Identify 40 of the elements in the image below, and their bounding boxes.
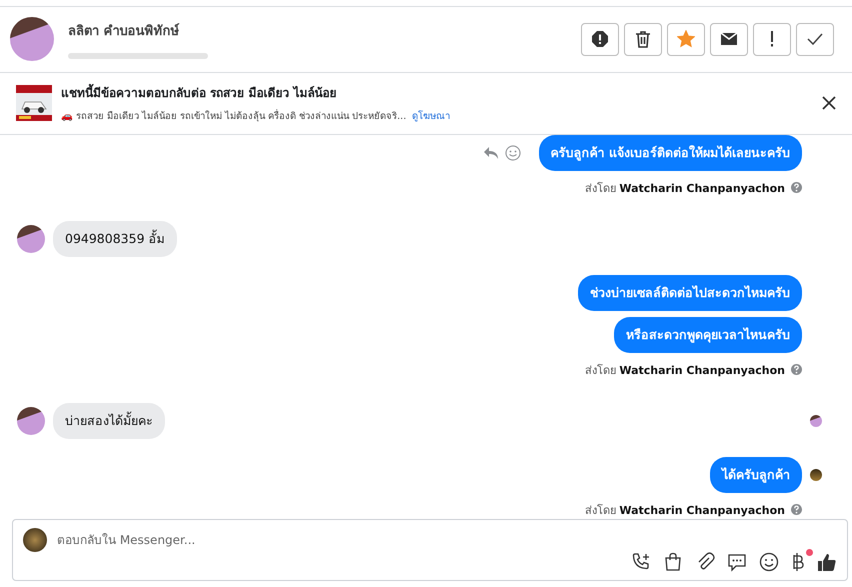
contact-avatar (17, 406, 45, 435)
sent-by-label: ส่งโดย Watcharin Chanpanyachon (584, 180, 785, 197)
message-bubble: บ่ายสองได้มั้ยคะ (53, 402, 165, 439)
delete-button[interactable] (624, 22, 662, 56)
sent-by-label: ส่งโดย Watcharin Chanpanyachon (584, 502, 785, 519)
baht-icon[interactable] (791, 552, 805, 572)
message-bubble: ได้ครับลูกค้า (710, 456, 802, 493)
view-ad-link[interactable]: ดูโฆษณา (412, 108, 450, 124)
message-bubble: ช่วงบ่ายเซลล์ติดต่อไปสะดวกไหมครับ (578, 274, 802, 311)
message-bubble: 0949808359 อั้ม (53, 220, 177, 257)
message-bubble: หรือสะดวกพูดคุยเวลาไหนครับ (614, 316, 802, 353)
phone-plus-icon[interactable] (631, 552, 651, 572)
message-bubble: ครับลูกค้า แจ้งเบอร์ติดต่อให้ผมได้เลยนะครับ (538, 134, 802, 171)
emoji-icon[interactable] (759, 552, 779, 572)
chat-bubble-icon[interactable] (727, 552, 747, 572)
contact-name[interactable]: ลลิตา คำบอนพิทักษ์ (68, 20, 208, 41)
close-icon[interactable] (822, 96, 836, 110)
page-avatar (23, 528, 47, 552)
ad-description: 🚗 รถสวย มือเดียว ไมล์น้อย รถเข้าใหม่ ไม่ต้องลุ้น ครื่องดิ ช่วงล่างแน่น ประหยัดจริ... (61, 108, 406, 124)
important-button[interactable] (753, 22, 791, 56)
envelope-icon (720, 32, 738, 46)
sent-by-label: ส่งโดย Watcharin Chanpanyachon (584, 362, 785, 379)
shopping-bag-icon[interactable] (663, 552, 683, 572)
help-icon[interactable] (791, 504, 802, 516)
mail-button[interactable] (710, 22, 748, 56)
reply-icon[interactable] (482, 146, 499, 160)
help-icon[interactable] (791, 182, 802, 194)
spam-button[interactable] (581, 22, 619, 56)
star-button[interactable] (667, 22, 705, 56)
contact-avatar (10, 17, 54, 62)
star-icon (677, 30, 695, 48)
help-icon[interactable] (791, 364, 802, 376)
alert-icon (591, 30, 609, 48)
check-icon (807, 33, 823, 46)
done-button[interactable] (796, 22, 834, 56)
contact-avatar (17, 224, 45, 253)
trash-icon (635, 30, 651, 48)
exclamation-icon (770, 31, 774, 48)
ad-title: แชทนี้มีข้อความตอบกลับต่อ รถสวย มือเดียว ไมล์น้อย (61, 83, 450, 102)
thumbs-up-icon[interactable] (817, 552, 837, 572)
